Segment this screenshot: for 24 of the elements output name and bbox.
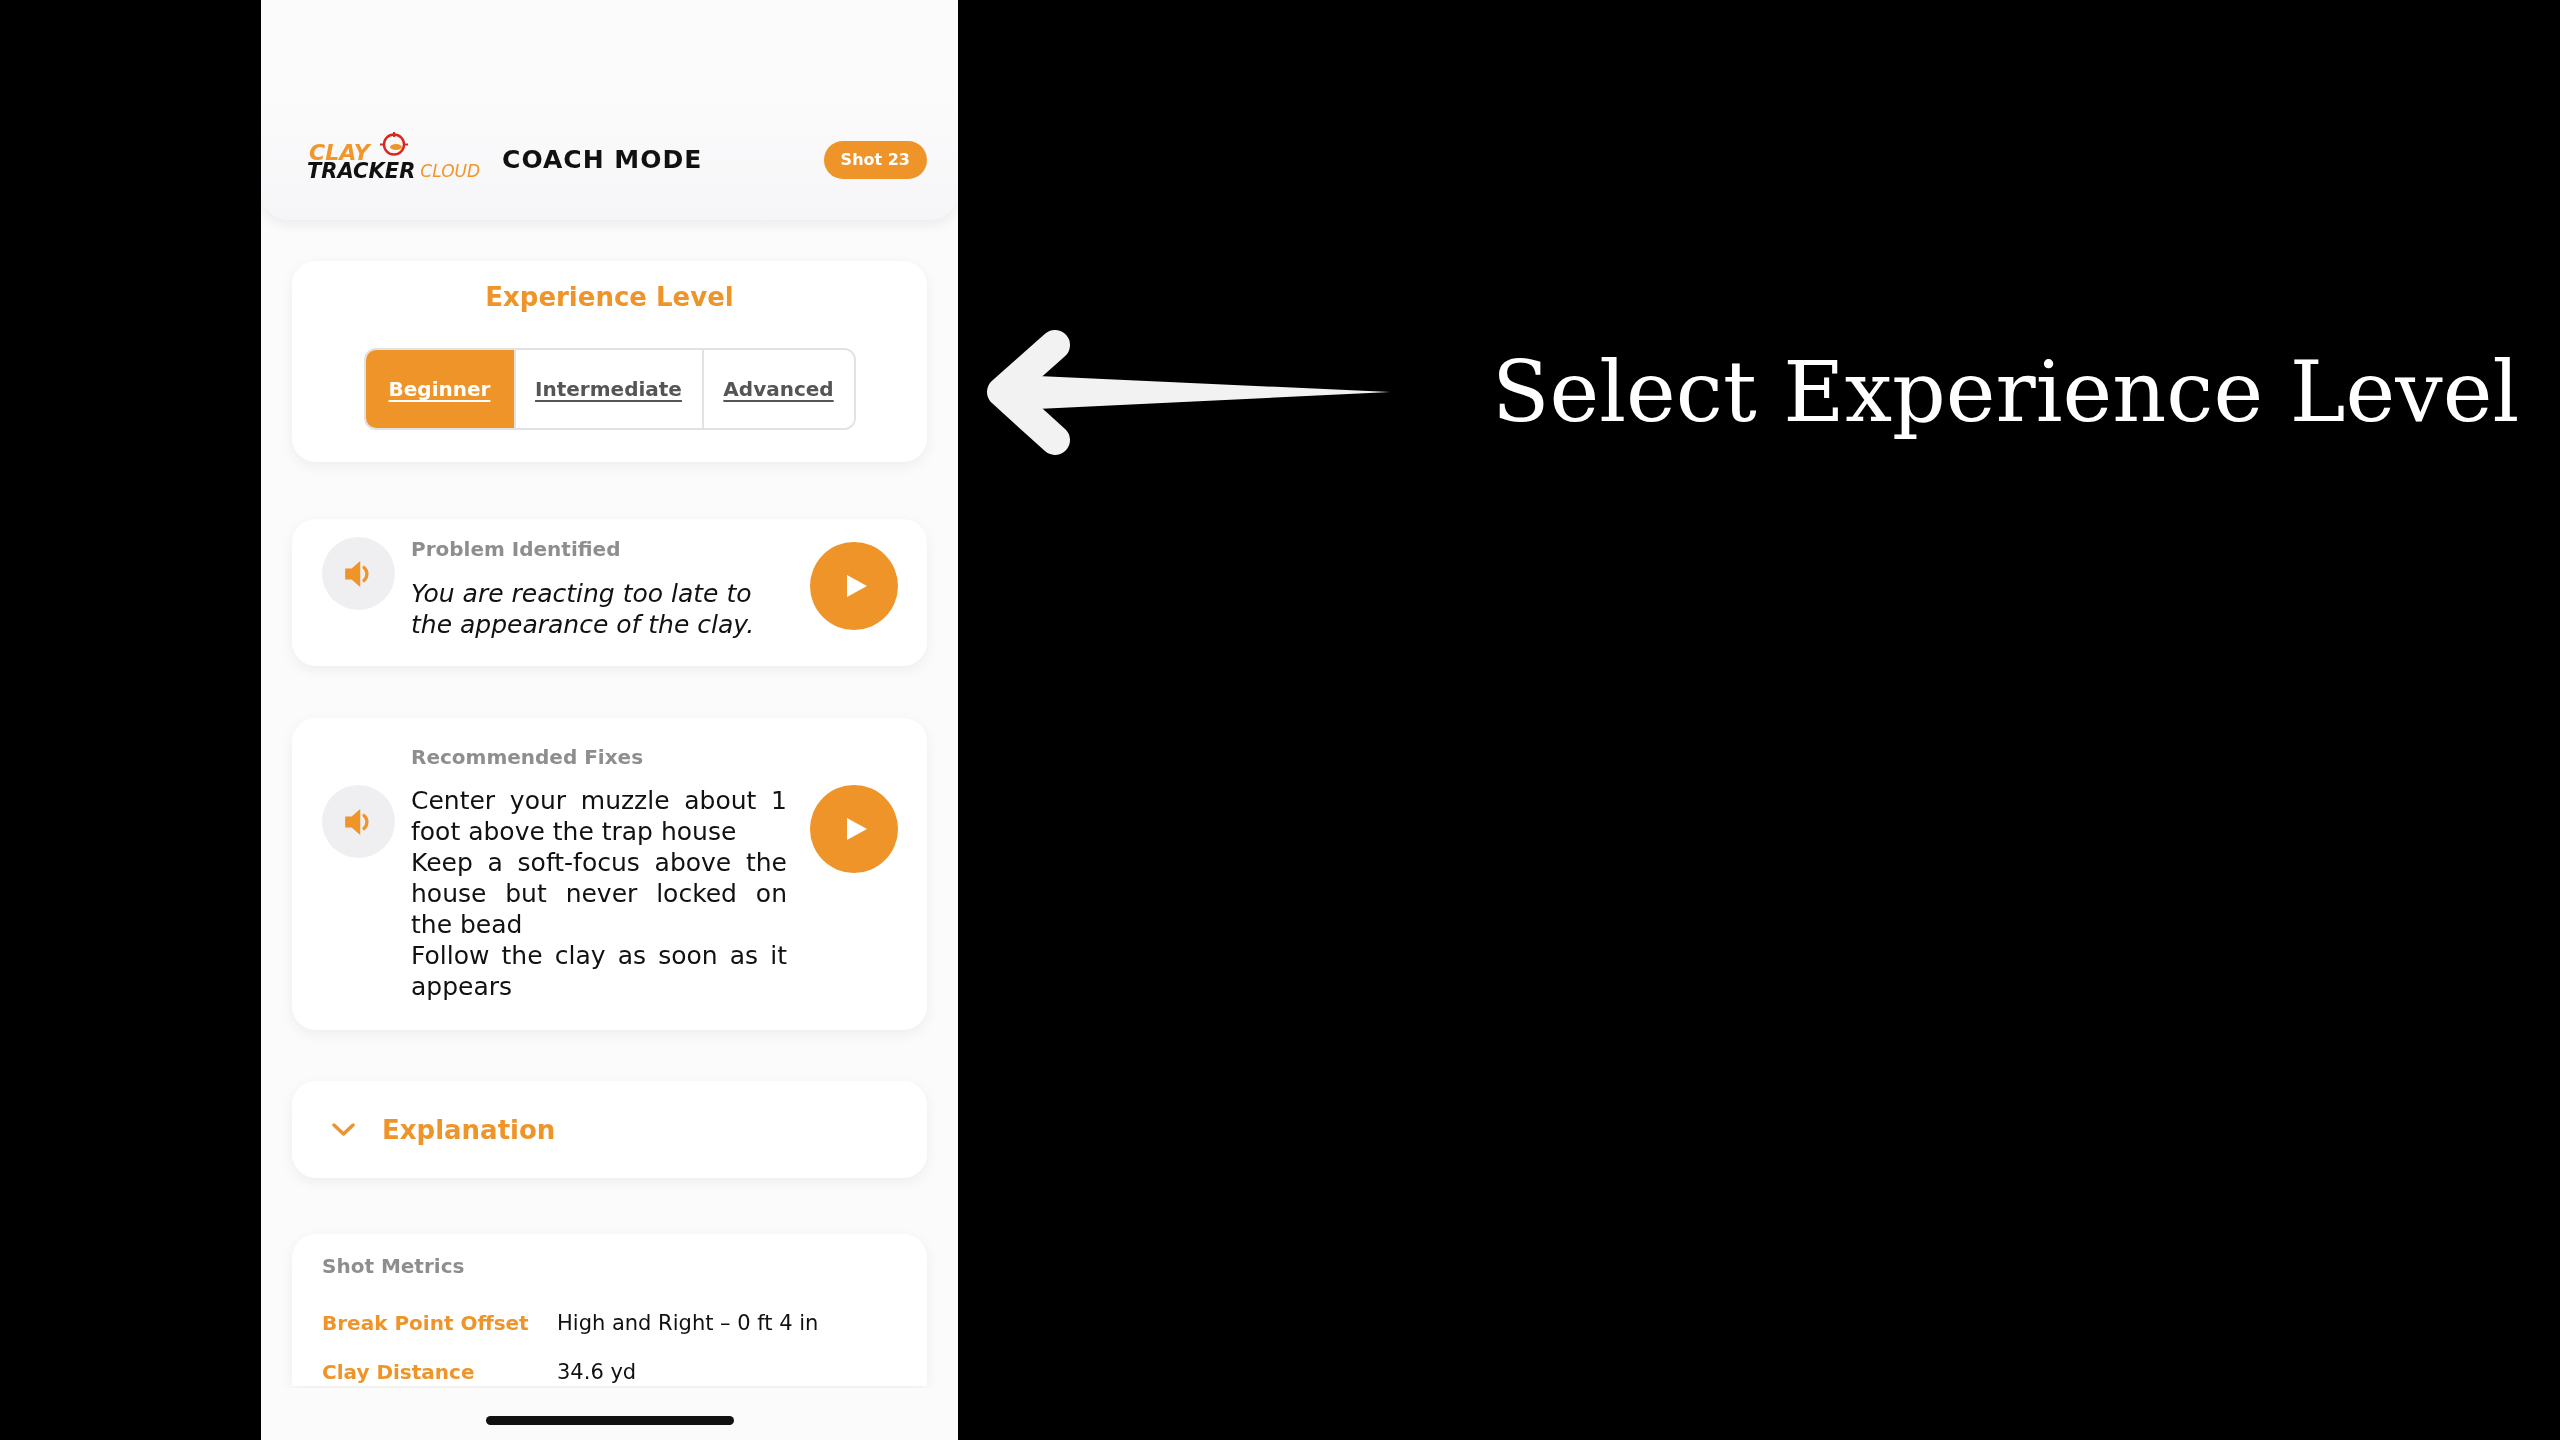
speaker-icon [344,559,369,588]
metric-value: 34.6 yd [557,1359,638,1386]
metric-label: Break Point Offset [322,1310,530,1337]
metric-value: High and Right – 0 ft 4 in [557,1310,820,1337]
fix-text: Keep a soft-focus above the house but never locked on the bead [411,847,787,940]
fix-text: Center your muzzle about 1 foot above the trap house [411,785,787,847]
logo-text: TRACKER [307,162,416,180]
play-icon [846,575,867,597]
crosshair-icon [379,132,409,157]
screen-title: COACH MODE [502,145,703,175]
shot-badge: Shot 23 [823,141,927,179]
play-icon [846,818,867,840]
section-label: Recommended Fixes [411,745,645,769]
metric-label: Clay Distance [322,1359,476,1386]
problem-text: You are reacting too late to the appearance of the clay. [411,578,756,640]
logo-text: CLAY [309,144,370,162]
section-label: Problem Identified [411,537,622,561]
section-label: Shot Metrics [322,1254,466,1278]
logo-text: CLOUD [420,162,481,180]
card-title: Experience Level [485,281,734,314]
caption-text: Select Experience Level [1492,342,2520,443]
fix-text: Follow the clay as soon as it appears [411,940,787,1002]
level-tab[interactable]: Advanced [701,350,854,428]
speaker-icon [344,807,369,836]
